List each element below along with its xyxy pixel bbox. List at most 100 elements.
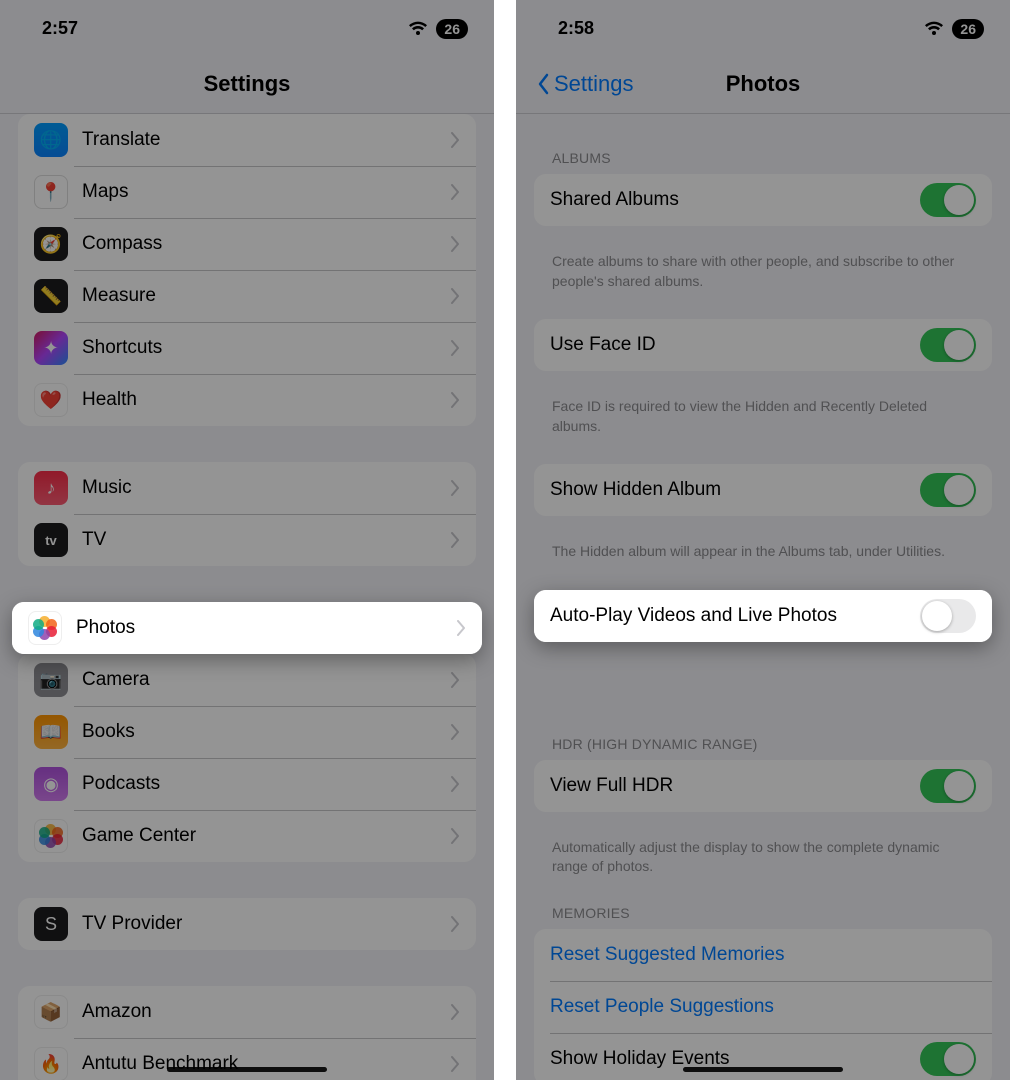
settings-row-shortcuts[interactable]: ✦ Shortcuts	[18, 322, 476, 374]
shortcuts-icon: ✦	[34, 331, 68, 365]
chevron-right-icon	[451, 1056, 460, 1072]
chevron-right-icon	[451, 1004, 460, 1020]
setting-row-use-face-id[interactable]: Use Face ID	[534, 319, 992, 371]
section-header: HDR (HIGH DYNAMIC RANGE)	[534, 736, 992, 760]
compass-icon: 🧭	[34, 227, 68, 261]
row-label: TV	[82, 529, 451, 551]
amazon-icon: 📦	[34, 995, 68, 1029]
settings-row-game-center[interactable]: Game Center	[18, 810, 476, 862]
row-label: Health	[82, 389, 451, 411]
chevron-right-icon	[451, 776, 460, 792]
toggle-switch[interactable]	[920, 769, 976, 803]
row-label: Shortcuts	[82, 337, 451, 359]
chevron-right-icon	[451, 532, 460, 548]
setting-row-shared-albums[interactable]: Shared Albums	[534, 174, 992, 226]
chevron-right-icon	[451, 724, 460, 740]
row-label: Auto-Play Videos and Live Photos	[550, 605, 920, 627]
settings-row-music[interactable]: ♪Music	[18, 462, 476, 514]
chevron-right-icon	[451, 236, 460, 252]
toggle-switch[interactable]	[920, 473, 976, 507]
setting-row-reset-people-suggestions[interactable]: Reset People Suggestions	[534, 981, 992, 1033]
row-label: Shared Albums	[550, 189, 920, 211]
podcasts-icon: ◉	[34, 767, 68, 801]
wifi-icon	[924, 21, 944, 37]
settings-row-amazon[interactable]: 📦 Amazon	[18, 986, 476, 1038]
row-label: View Full HDR	[550, 775, 920, 797]
settings-row-maps[interactable]: 📍Maps	[18, 166, 476, 218]
phone-photos-settings: 2:58 26 Settings Photos ALBUMS Shared Alb…	[516, 0, 1010, 1080]
tv-icon: tv	[34, 523, 68, 557]
section-footer	[534, 678, 992, 736]
home-indicator[interactable]	[683, 1067, 843, 1072]
status-bar: 2:58 26	[516, 0, 1010, 47]
settings-row-podcasts[interactable]: ◉ Podcasts	[18, 758, 476, 810]
settings-list[interactable]: 🌐Translate📍Maps 🧭 Compass 📏 Measure ✦ Shortcut…	[0, 114, 494, 1080]
row-label: Photos	[76, 617, 457, 639]
battery-indicator: 26	[952, 19, 984, 39]
settings-row-measure[interactable]: 📏 Measure	[18, 270, 476, 322]
section-footer: Face ID is required to view the Hidden a…	[534, 389, 992, 464]
books-icon: 📖	[34, 715, 68, 749]
chevron-right-icon	[451, 916, 460, 932]
section-footer: Create albums to share with other people…	[534, 244, 992, 319]
settings-row-books[interactable]: 📖 Books	[18, 706, 476, 758]
chevron-right-icon	[457, 620, 466, 636]
navbar: Settings	[0, 47, 494, 114]
battery-indicator: 26	[436, 19, 468, 39]
setting-row-auto-play-videos-and-live-photos[interactable]: Auto-Play Videos and Live Photos	[534, 590, 992, 642]
row-label: Compass	[82, 233, 451, 255]
chevron-right-icon	[451, 828, 460, 844]
row-label: Books	[82, 721, 451, 743]
highlighted-row: Auto-Play Videos and Live Photos	[534, 590, 992, 642]
setting-row-show-hidden-album[interactable]: Show Hidden Album	[534, 464, 992, 516]
settings-row-translate[interactable]: 🌐Translate	[18, 114, 476, 166]
home-indicator[interactable]	[167, 1067, 327, 1072]
row-label: Show Hidden Album	[550, 479, 920, 501]
toggle-switch[interactable]	[920, 328, 976, 362]
navbar: Settings Photos	[516, 47, 1010, 114]
photos-settings-list[interactable]: ALBUMS Shared Albums Create albums to shar…	[516, 114, 1010, 1080]
back-label: Settings	[554, 71, 634, 97]
antutu-icon: 🔥	[34, 1047, 68, 1080]
toggle-switch[interactable]	[920, 1042, 976, 1076]
page-title: Settings	[204, 71, 291, 97]
setting-row-view-full-hdr[interactable]: View Full HDR	[534, 760, 992, 812]
status-time: 2:57	[42, 18, 78, 39]
toggle-switch[interactable]	[920, 599, 976, 633]
tvprovider-icon: S	[34, 907, 68, 941]
section-header: ALBUMS	[534, 150, 992, 174]
chevron-right-icon	[451, 480, 460, 496]
photos-icon	[28, 611, 62, 645]
row-label: Podcasts	[82, 773, 451, 795]
settings-row-compass[interactable]: 🧭 Compass	[18, 218, 476, 270]
chevron-right-icon	[451, 340, 460, 356]
settings-row-tv[interactable]: tv TV	[18, 514, 476, 566]
page-title: Photos	[726, 71, 801, 97]
chevron-right-icon	[451, 132, 460, 148]
settings-row-tv-provider[interactable]: S TV Provider	[18, 898, 476, 950]
chevron-right-icon	[451, 672, 460, 688]
back-button[interactable]: Settings	[536, 71, 726, 97]
status-time: 2:58	[558, 18, 594, 39]
settings-row-camera[interactable]: 📷Camera	[18, 654, 476, 706]
settings-row-photos[interactable]: Photos	[12, 602, 482, 654]
row-label: Game Center	[82, 825, 451, 847]
setting-row-show-holiday-events[interactable]: Show Holiday Events	[534, 1033, 992, 1080]
row-label: Translate	[82, 129, 451, 151]
section-footer: Automatically adjust the display to show…	[534, 830, 992, 905]
settings-row-health[interactable]: ❤️Health	[18, 374, 476, 426]
chevron-right-icon	[451, 288, 460, 304]
toggle-switch[interactable]	[920, 183, 976, 217]
row-label: Amazon	[82, 1001, 451, 1023]
setting-row-reset-suggested-memories[interactable]: Reset Suggested Memories	[534, 929, 992, 981]
wifi-icon	[408, 21, 428, 37]
measure-icon: 📏	[34, 279, 68, 313]
row-label: TV Provider	[82, 913, 451, 935]
settings-row-antutu-benchmark[interactable]: 🔥Antutu Benchmark	[18, 1038, 476, 1080]
maps-icon: 📍	[34, 175, 68, 209]
row-label: Camera	[82, 669, 451, 691]
music-icon: ♪	[34, 471, 68, 505]
row-label: Reset Suggested Memories	[550, 944, 976, 966]
gamecenter-icon	[34, 819, 68, 853]
row-label: Measure	[82, 285, 451, 307]
